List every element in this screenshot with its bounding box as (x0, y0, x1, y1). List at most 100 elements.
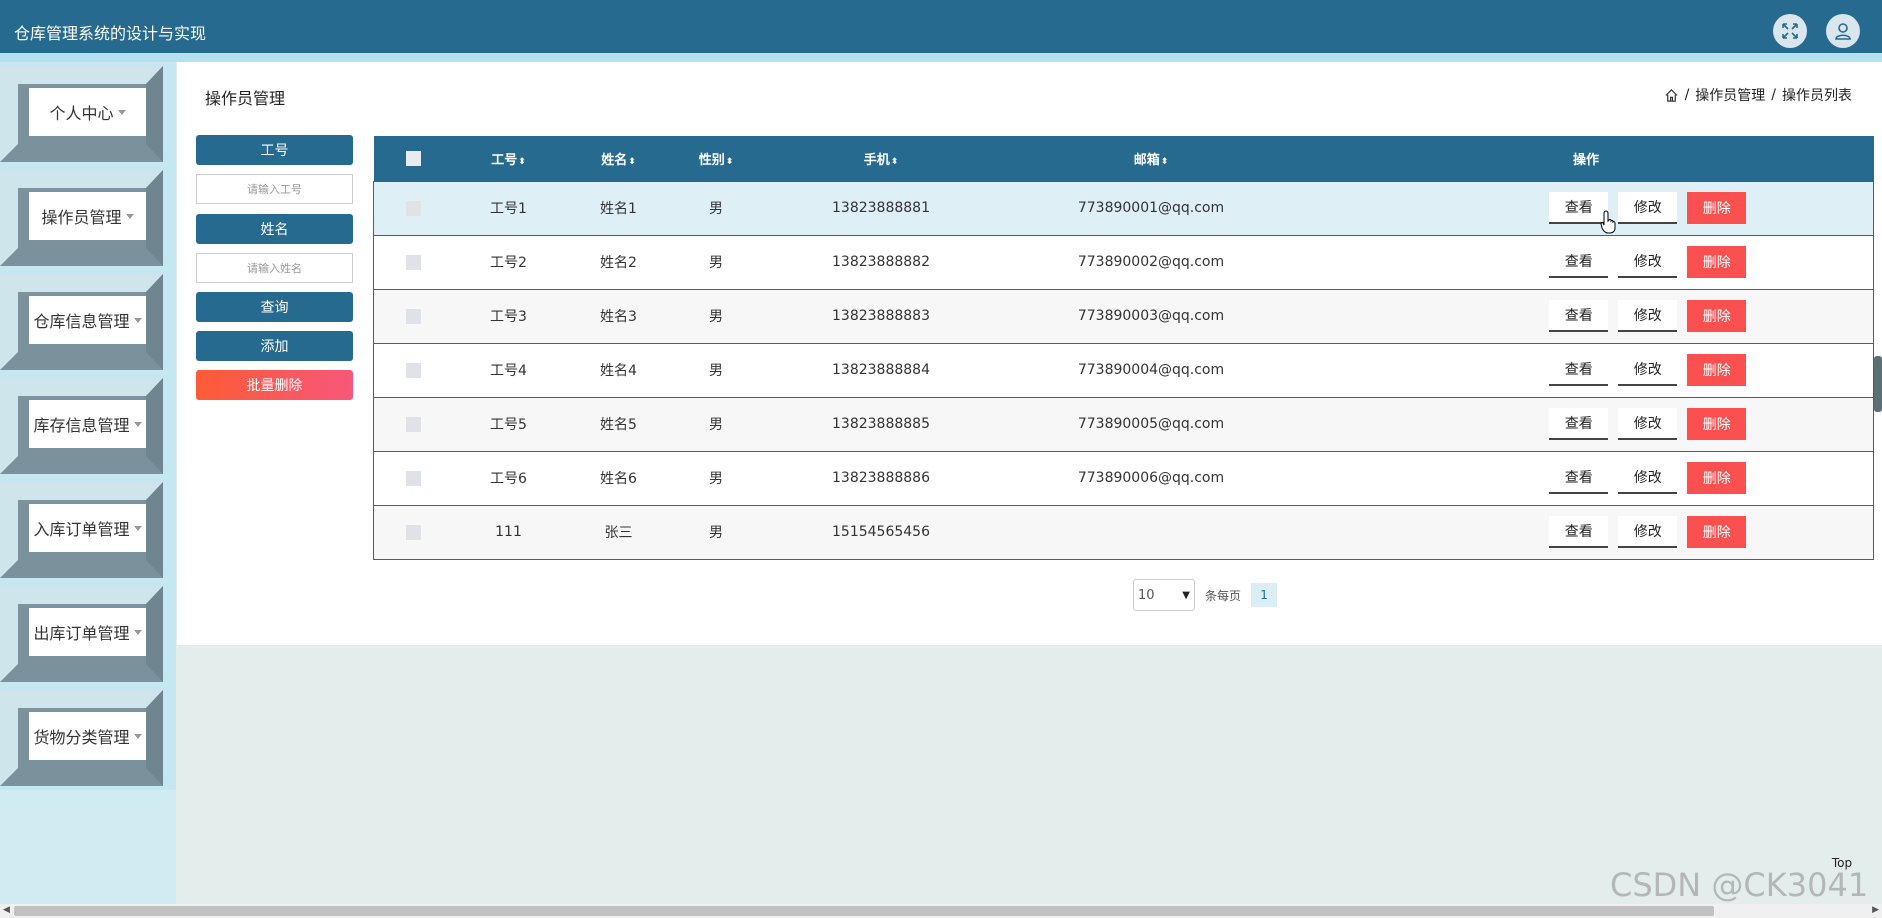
cell-email: 773890001@qq.com (1003, 180, 1299, 235)
sort-icon: ⬍ (725, 156, 734, 167)
page-size-select[interactable]: 10 ▼ (1133, 579, 1195, 611)
cell-gonghao: 111 (453, 504, 564, 560)
cell-phone: 13823888884 (758, 342, 1004, 397)
cell-gender: 男 (673, 396, 759, 451)
cell-name: 姓名2 (563, 234, 674, 289)
sidebar-label: 仓库信息管理 (29, 296, 146, 344)
cell-name: 张三 (563, 504, 674, 560)
fullscreen-button[interactable] (1773, 14, 1807, 48)
watermark: CSDN @CK3041 (1610, 866, 1869, 904)
table-row: 工号2 姓名2 男 13823888882 773890002@qq.com 查… (373, 234, 1874, 289)
breadcrumb-item: 操作员列表 (1782, 88, 1852, 104)
cell-email: 773890006@qq.com (1003, 450, 1299, 505)
view-button[interactable]: 查看 (1549, 354, 1609, 386)
column-header-email[interactable]: 邮箱⬍ (1003, 136, 1299, 181)
row-checkbox[interactable] (406, 254, 422, 270)
chevron-down-icon (133, 629, 142, 635)
sidebar-item-outbound-orders[interactable]: 出库订单管理 (0, 586, 176, 682)
row-checkbox[interactable] (406, 200, 422, 216)
pagination: 10 ▼ 条每页 1 (1133, 579, 1278, 611)
column-header-gonghao[interactable]: 工号⬍ (453, 136, 564, 181)
sidebar-item-warehouse-info[interactable]: 仓库信息管理 (0, 274, 176, 370)
sidebar-item-inbound-orders[interactable]: 入库订单管理 (0, 482, 176, 578)
expand-icon (1782, 23, 1798, 39)
name-label: 姓名 (196, 214, 353, 244)
edit-button[interactable]: 修改 (1618, 462, 1678, 494)
cell-email: 773890003@qq.com (1003, 288, 1299, 343)
sort-icon: ⬍ (890, 156, 899, 167)
cell-gender: 男 (673, 342, 759, 397)
column-header-phone[interactable]: 手机⬍ (758, 136, 1004, 181)
scroll-left-icon[interactable]: ◀ (3, 905, 10, 915)
table-header-row: 工号⬍ 姓名⬍ 性别⬍ 手机⬍ 邮箱⬍ 操作 (373, 136, 1874, 181)
sidebar-item-goods-category[interactable]: 货物分类管理 (0, 690, 176, 786)
cell-phone: 13823888882 (758, 234, 1004, 289)
view-button[interactable]: 查看 (1549, 246, 1609, 278)
row-checkbox[interactable] (406, 416, 422, 432)
table-row: 工号4 姓名4 男 13823888884 773890004@qq.com 查… (373, 342, 1874, 397)
sidebar-label: 入库订单管理 (29, 504, 146, 552)
cell-gender: 男 (673, 504, 759, 560)
user-menu-button[interactable] (1826, 14, 1860, 48)
home-icon[interactable] (1664, 88, 1679, 103)
delete-button[interactable]: 删除 (1687, 462, 1747, 494)
sidebar-label: 货物分类管理 (29, 712, 146, 760)
scroll-right-icon[interactable]: ▶ (1872, 905, 1879, 915)
select-all-checkbox[interactable] (406, 150, 421, 166)
cell-name: 姓名1 (563, 180, 674, 235)
query-button[interactable]: 查询 (196, 292, 353, 322)
row-checkbox[interactable] (406, 308, 422, 324)
edit-button[interactable]: 修改 (1618, 192, 1678, 224)
page-number[interactable]: 1 (1251, 583, 1278, 607)
cell-name: 姓名6 (563, 450, 674, 505)
cell-gender: 男 (673, 180, 759, 235)
breadcrumb-item[interactable]: 操作员管理 (1695, 85, 1765, 105)
edit-button[interactable]: 修改 (1618, 354, 1678, 386)
gonghao-input[interactable] (196, 174, 353, 204)
cell-email (1003, 504, 1299, 560)
page-title: 操作员管理 (205, 89, 286, 108)
cell-gonghao: 工号3 (453, 288, 564, 343)
cell-email: 773890005@qq.com (1003, 396, 1299, 451)
view-button[interactable]: 查看 (1549, 408, 1609, 440)
row-checkbox[interactable] (406, 470, 422, 486)
edit-button[interactable]: 修改 (1618, 300, 1678, 332)
per-page-label: 条每页 (1205, 588, 1242, 603)
view-button[interactable]: 查看 (1549, 462, 1609, 494)
delete-button[interactable]: 删除 (1687, 354, 1747, 386)
edit-button[interactable]: 修改 (1618, 408, 1678, 440)
table-row: 工号5 姓名5 男 13823888885 773890005@qq.com 查… (373, 396, 1874, 451)
cell-email: 773890004@qq.com (1003, 342, 1299, 397)
horizontal-scroll-thumb[interactable] (14, 906, 1714, 916)
gonghao-label: 工号 (196, 135, 353, 165)
delete-button[interactable]: 删除 (1687, 192, 1747, 224)
edit-button[interactable]: 修改 (1618, 246, 1678, 278)
batch-delete-button[interactable]: 批量删除 (196, 370, 353, 400)
vertical-scrollbar[interactable] (1874, 356, 1882, 412)
cell-name: 姓名3 (563, 288, 674, 343)
sidebar-item-operator-management[interactable]: 操作员管理 (0, 170, 176, 266)
chevron-down-icon (125, 213, 134, 219)
sort-icon: ⬍ (1160, 156, 1169, 167)
row-checkbox[interactable] (406, 362, 422, 378)
delete-button[interactable]: 删除 (1687, 408, 1747, 440)
sidebar-label: 操作员管理 (29, 192, 146, 240)
sort-icon: ⬍ (518, 156, 526, 167)
operator-table: 工号⬍ 姓名⬍ 性别⬍ 手机⬍ 邮箱⬍ 操作 工号1 姓名1 男 1382388… (373, 136, 1874, 560)
sidebar-item-stock-info[interactable]: 库存信息管理 (0, 378, 176, 474)
column-header-gender[interactable]: 性别⬍ (673, 136, 759, 181)
row-checkbox[interactable] (406, 524, 422, 540)
view-button[interactable]: 查看 (1549, 300, 1609, 332)
name-input[interactable] (196, 253, 353, 283)
cell-gonghao: 工号6 (453, 450, 564, 505)
add-button[interactable]: 添加 (196, 331, 353, 361)
breadcrumb: / 操作员管理 / 操作员列表 (1664, 85, 1852, 105)
view-button[interactable]: 查看 (1549, 516, 1609, 548)
column-header-name[interactable]: 姓名⬍ (563, 136, 674, 181)
select-all-header (373, 136, 454, 181)
delete-button[interactable]: 删除 (1687, 246, 1747, 278)
edit-button[interactable]: 修改 (1618, 516, 1678, 548)
sidebar-item-personal-center[interactable]: 个人中心 (0, 66, 176, 162)
delete-button[interactable]: 删除 (1687, 300, 1747, 332)
delete-button[interactable]: 删除 (1687, 516, 1747, 548)
